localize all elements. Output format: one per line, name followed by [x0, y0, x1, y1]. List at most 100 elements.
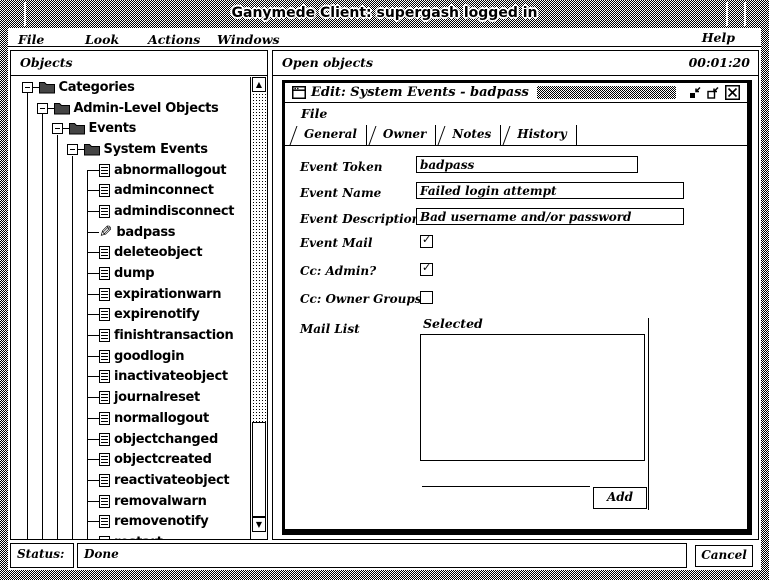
mail-list-panel-border: [648, 318, 649, 510]
scroll-down-button[interactable]: ▼: [252, 517, 266, 532]
tree-node-abnormallogout[interactable]: abnormallogout: [11, 160, 250, 181]
tree-connector: [87, 356, 99, 357]
tree-node-inactivateobject[interactable]: inactivateobject: [11, 367, 250, 388]
object-tree: CategoriesAdmin-Level ObjectsEventsSyste…: [11, 77, 250, 539]
tree-node-admindisconnect[interactable]: admindisconnect: [11, 201, 250, 222]
tree-connector: [87, 211, 99, 212]
tree-node-label: objectchanged: [114, 432, 218, 447]
restore-icon[interactable]: [707, 86, 720, 99]
collapse-icon[interactable]: [37, 103, 48, 114]
cancel-button[interactable]: Cancel: [695, 545, 753, 567]
tree-connector: [87, 480, 99, 481]
event-name-field[interactable]: Failed login attempt: [416, 182, 684, 199]
document-icon: [99, 329, 110, 342]
scrollbar-track[interactable]: [252, 93, 266, 422]
tree-connector: [87, 521, 99, 522]
tree-connector: [87, 170, 99, 171]
scrollbar-thumb[interactable]: [252, 422, 266, 517]
window-bottom-edge: [8, 571, 761, 572]
cc-owner-groups?-checkbox[interactable]: [420, 291, 433, 304]
pen-icon: ✎: [99, 227, 112, 237]
tree-node-system-events[interactable]: System Events: [11, 139, 250, 160]
objects-panel: Objects CategoriesAdmin-Level ObjectsEve…: [10, 50, 268, 540]
tree-node-label: goodlogin: [114, 349, 184, 364]
tree-node-expirationwarn[interactable]: expirationwarn: [11, 284, 250, 305]
window-titlebar[interactable]: Ganymede Client: supergash logged in: [0, 0, 769, 28]
event-token-field[interactable]: badpass: [416, 156, 638, 173]
tree-node-goodlogin[interactable]: goodlogin: [11, 346, 250, 367]
tree-node-label: badpass: [116, 225, 175, 240]
mail-entry-input[interactable]: [422, 469, 590, 487]
tree-connector: [87, 232, 99, 233]
tree-node-journalreset[interactable]: journalreset: [11, 387, 250, 408]
tree-node-categories[interactable]: Categories: [11, 77, 250, 98]
scroll-up-button[interactable]: ▲: [252, 77, 266, 92]
titlebar-texture: [537, 86, 676, 99]
collapse-icon[interactable]: [22, 82, 33, 93]
tree-node-label: adminconnect: [114, 183, 214, 198]
status-bar: Status: Done Cancel: [8, 541, 760, 570]
tree-node-deleteobject[interactable]: deleteobject: [11, 243, 250, 264]
menu-windows[interactable]: Windows: [217, 32, 280, 47]
tree-node-admin-level-objects[interactable]: Admin-Level Objects: [11, 98, 250, 119]
tree-node-label: removenotify: [114, 514, 208, 529]
folder-icon: [69, 122, 85, 135]
tree-node-label: finishtransaction: [114, 328, 233, 343]
tree-node-restart[interactable]: restart: [11, 532, 250, 539]
menu-look[interactable]: Look: [85, 32, 119, 47]
selected-mail-listbox[interactable]: [420, 334, 645, 461]
menu-actions[interactable]: Actions: [148, 32, 200, 47]
tree-node-label: restart: [114, 535, 162, 539]
event-mail-label: Event Mail: [300, 236, 372, 250]
menu-file[interactable]: File: [18, 32, 44, 47]
event-description-field[interactable]: Bad username and/or password: [416, 208, 684, 225]
tree-connector: [87, 314, 99, 315]
tree-connector: [87, 294, 99, 295]
tab-notes[interactable]: Notes: [436, 125, 501, 145]
tab-general[interactable]: General: [288, 125, 367, 145]
tree-node-expirenotify[interactable]: expirenotify: [11, 305, 250, 326]
edit-window-form: Mail List Selected Add Event Tokenbadpas…: [285, 146, 747, 529]
tab-history[interactable]: History: [501, 125, 577, 145]
tree-connector: [87, 190, 99, 191]
tree-node-objectchanged[interactable]: objectchanged: [11, 429, 250, 450]
tree-node-label: reactivateobject: [114, 473, 229, 488]
tree-node-label: expirationwarn: [114, 287, 221, 302]
tree-node-adminconnect[interactable]: adminconnect: [11, 180, 250, 201]
minimize-icon[interactable]: [689, 86, 702, 99]
session-timer: 00:01:20: [689, 51, 750, 75]
collapse-icon[interactable]: [52, 123, 63, 134]
folder-icon: [54, 102, 70, 115]
event-mail-checkbox[interactable]: [420, 235, 433, 248]
tree-node-events[interactable]: Events: [11, 118, 250, 139]
open-objects-header: Open objects 00:01:20: [273, 51, 758, 76]
tree-node-reactivateobject[interactable]: reactivateobject: [11, 470, 250, 491]
document-icon: [99, 474, 110, 487]
tree-scrollbar[interactable]: ▲ ▼: [250, 77, 267, 539]
collapse-icon[interactable]: [67, 144, 78, 155]
tree-connector: [87, 459, 99, 460]
tree-connector: [87, 252, 99, 253]
tree-node-normallogout[interactable]: normallogout: [11, 408, 250, 429]
tree-connector: [87, 335, 99, 336]
edit-menu-file[interactable]: File: [301, 106, 327, 121]
tree-node-removenotify[interactable]: removenotify: [11, 511, 250, 532]
close-icon[interactable]: [725, 85, 740, 100]
tree-node-badpass[interactable]: ✎ badpass: [11, 222, 250, 243]
cc-admin?-checkbox[interactable]: [420, 263, 433, 276]
tree-node-finishtransaction[interactable]: finishtransaction: [11, 325, 250, 346]
document-icon: [99, 433, 110, 446]
tree-node-dump[interactable]: dump: [11, 263, 250, 284]
tree-node-removalwarn[interactable]: removalwarn: [11, 491, 250, 512]
tree-node-objectcreated[interactable]: objectcreated: [11, 449, 250, 470]
menu-help[interactable]: Help: [702, 30, 735, 45]
menubar: File Look Actions Windows Help: [8, 28, 761, 47]
tab-owner[interactable]: Owner: [367, 125, 436, 145]
document-icon: [99, 184, 110, 197]
tree-node-label: expirenotify: [114, 307, 200, 322]
document-icon: [99, 536, 110, 539]
document-icon: [99, 246, 110, 259]
tree-connector: [87, 501, 99, 502]
add-button[interactable]: Add: [593, 487, 647, 509]
edit-window-titlebar[interactable]: Edit: System Events - badpass: [285, 83, 747, 103]
